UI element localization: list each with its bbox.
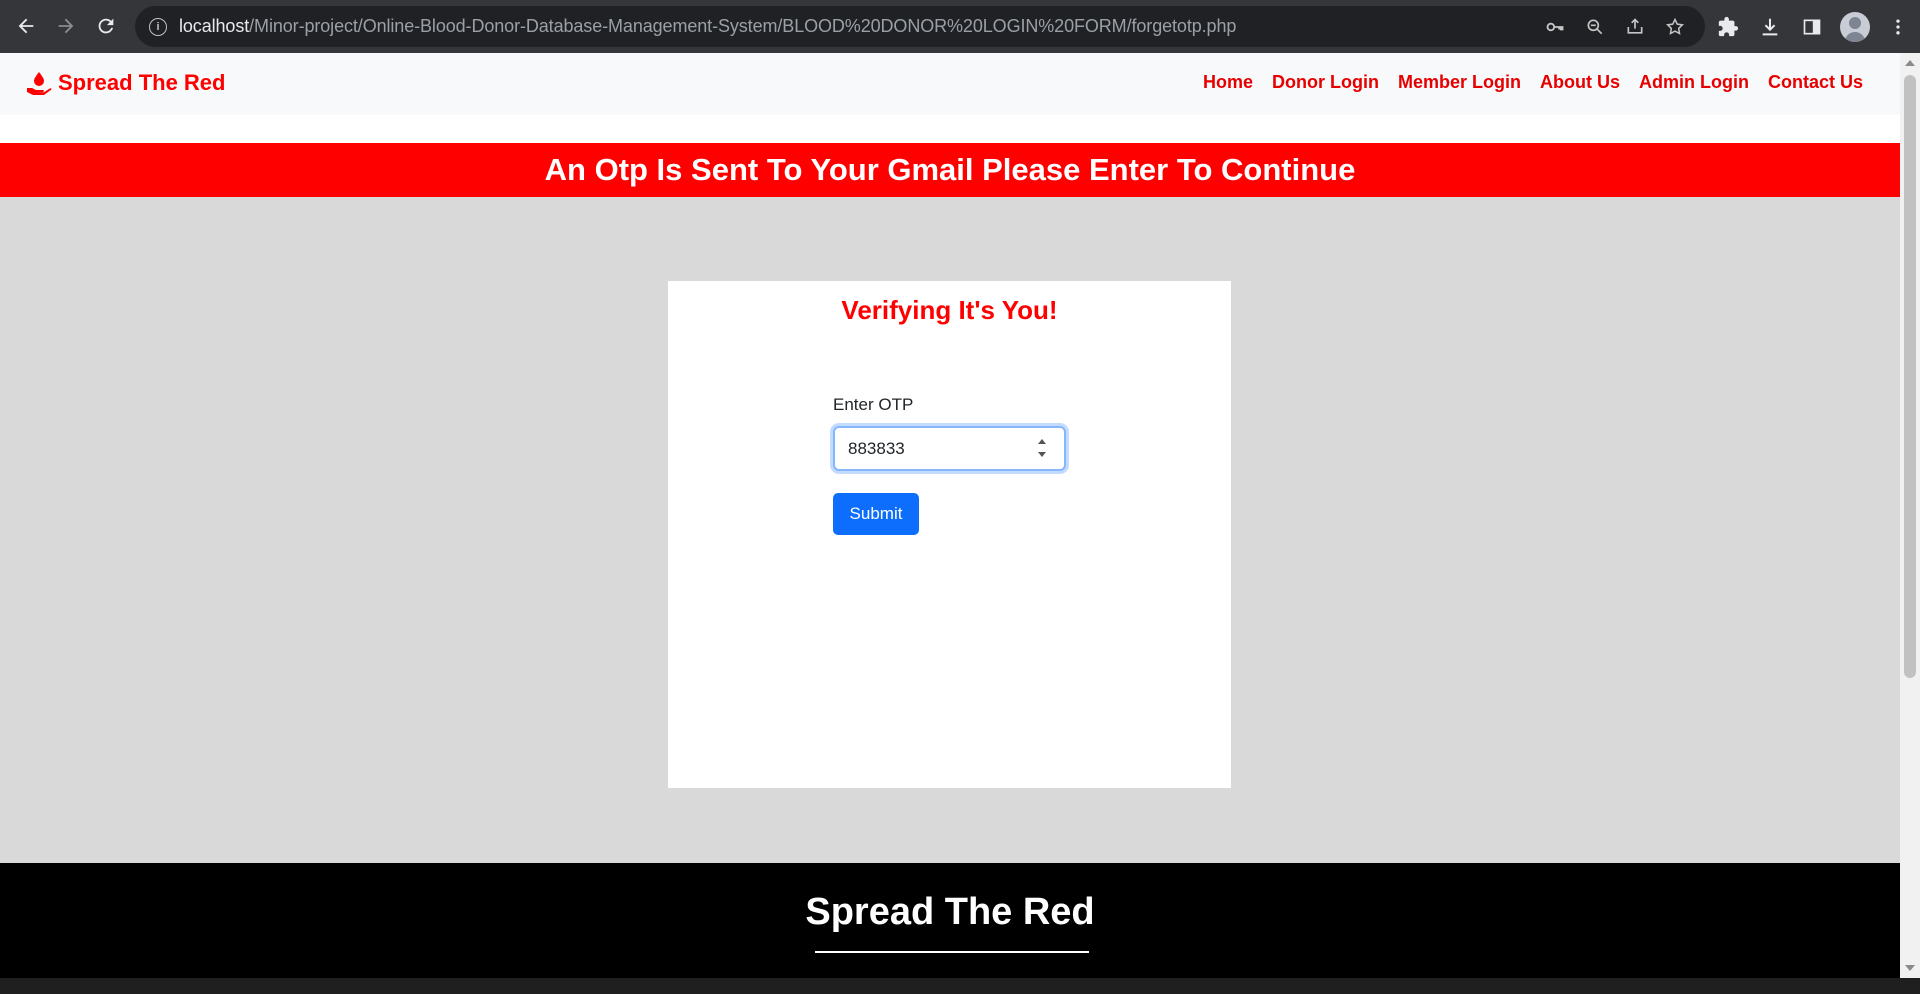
- brand-name: Spread The Red: [58, 70, 226, 95]
- os-taskbar: [0, 978, 1920, 994]
- scroll-up-arrow[interactable]: [1905, 60, 1915, 66]
- site-brand[interactable]: Spread The Red: [26, 70, 225, 96]
- browser-toolbar: i localhost/Minor-project/Online-Blood-D…: [0, 0, 1920, 53]
- forward-icon[interactable]: [46, 6, 86, 46]
- submit-button[interactable]: Submit: [833, 493, 919, 535]
- page-scrollbar[interactable]: [1900, 53, 1920, 978]
- nav-admin-login[interactable]: Admin Login: [1639, 72, 1749, 93]
- page-viewport: Spread The Red Home Donor Login Member L…: [0, 53, 1900, 978]
- spacer: [0, 115, 1900, 143]
- more-menu-icon[interactable]: [1884, 13, 1912, 41]
- nav-home[interactable]: Home: [1203, 72, 1253, 93]
- otp-label: Enter OTP: [833, 395, 914, 414]
- form-title: Verifying It's You!: [841, 295, 1058, 325]
- spin-down-icon[interactable]: [1038, 452, 1046, 457]
- footer-title: Spread The Red: [805, 891, 1095, 933]
- reload-icon[interactable]: [86, 6, 126, 46]
- nav-about-us[interactable]: About Us: [1540, 72, 1620, 93]
- site-footer: Spread The Red: [0, 863, 1900, 978]
- share-icon[interactable]: [1623, 15, 1647, 39]
- back-icon[interactable]: [6, 6, 46, 46]
- nav-donor-login[interactable]: Donor Login: [1272, 72, 1379, 93]
- zoom-icon[interactable]: [1583, 15, 1607, 39]
- main-menu: Home Donor Login Member Login About Us A…: [1203, 72, 1863, 93]
- number-spinner[interactable]: [1035, 435, 1049, 461]
- download-icon[interactable]: [1756, 13, 1784, 41]
- scroll-thumb[interactable]: [1904, 75, 1916, 678]
- otp-input[interactable]: [833, 426, 1066, 471]
- extensions-icon[interactable]: [1714, 13, 1742, 41]
- address-bar[interactable]: i localhost/Minor-project/Online-Blood-D…: [135, 6, 1705, 47]
- hand-holding-drop-icon: [27, 72, 52, 95]
- spin-up-icon[interactable]: [1038, 439, 1046, 444]
- otp-form-card: Verifying It's You! Enter OTP Submit: [668, 281, 1231, 788]
- otp-sent-banner: An Otp Is Sent To Your Gmail Please Ente…: [0, 143, 1900, 197]
- side-panel-icon[interactable]: [1798, 13, 1826, 41]
- footer-underline: [815, 951, 1089, 953]
- url-text: localhost/Minor-project/Online-Blood-Don…: [179, 16, 1237, 36]
- nav-contact-us[interactable]: Contact Us: [1768, 72, 1863, 93]
- bookmark-star-icon[interactable]: [1663, 15, 1687, 39]
- site-info-icon[interactable]: i: [149, 17, 167, 36]
- scroll-down-arrow[interactable]: [1905, 965, 1915, 971]
- key-icon[interactable]: [1543, 15, 1567, 39]
- nav-member-login[interactable]: Member Login: [1398, 72, 1521, 93]
- site-navbar: Spread The Red Home Donor Login Member L…: [0, 53, 1900, 115]
- profile-avatar[interactable]: [1840, 11, 1870, 42]
